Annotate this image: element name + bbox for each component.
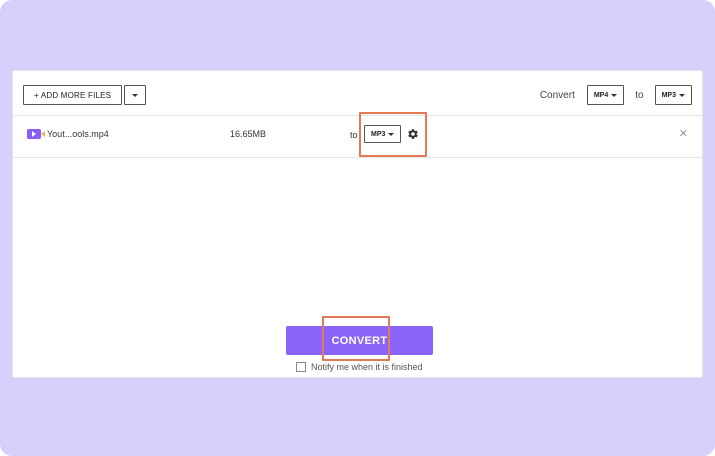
file-row: Yout...ools.mp4 16.65MB to MP3 ✕ <box>13 116 702 158</box>
from-format-value: MP4 <box>593 91 609 99</box>
convert-label: Convert <box>539 89 575 101</box>
add-more-files-button[interactable]: + ADD MORE FILES <box>23 85 123 105</box>
file-to-label: to <box>350 130 358 140</box>
chevron-down-icon <box>611 93 618 97</box>
to-format-value: MP3 <box>661 91 676 99</box>
file-target-format-value: MP3 <box>371 130 386 138</box>
chevron-down-icon <box>388 132 395 136</box>
convert-format-options: Convert MP4 to MP3 <box>540 85 692 105</box>
toolbar: + ADD MORE FILES Convert MP4 to MP3 <box>13 71 702 116</box>
file-name: Yout...ools.mp4 <box>47 129 109 139</box>
video-file-icon <box>27 129 41 139</box>
gear-icon[interactable] <box>407 128 419 140</box>
add-files-dropdown-button[interactable] <box>124 85 147 105</box>
to-label: to <box>635 89 644 101</box>
notify-checkbox[interactable] <box>296 362 306 372</box>
notify-label: Notify me when it is finished <box>311 362 423 372</box>
notify-option: Notify me when it is finished <box>296 361 423 373</box>
chevron-down-icon <box>679 93 685 97</box>
file-size: 16.65MB <box>230 129 267 139</box>
chevron-down-icon <box>132 93 139 97</box>
from-format-select[interactable]: MP4 <box>586 85 625 105</box>
convert-button[interactable]: CONVERT <box>286 326 433 355</box>
add-files-group: + ADD MORE FILES <box>23 85 147 105</box>
video-file-icon-tail <box>41 131 45 137</box>
page-background: + ADD MORE FILES Convert MP4 to MP3 Yout… <box>0 0 715 456</box>
file-target-format-select[interactable]: MP3 <box>364 125 402 143</box>
close-icon[interactable]: ✕ <box>679 129 688 140</box>
to-format-select[interactable]: MP3 <box>654 85 692 105</box>
